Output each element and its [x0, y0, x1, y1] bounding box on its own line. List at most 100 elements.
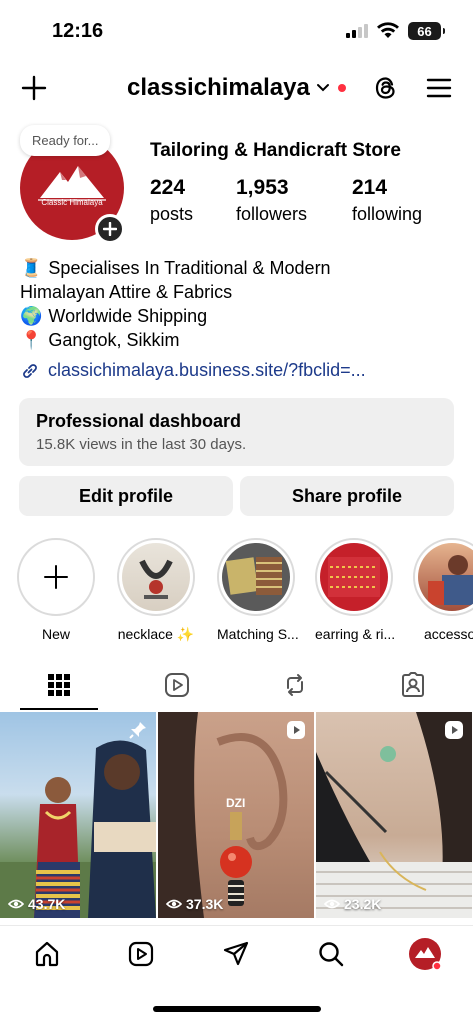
post-views: 23.2K: [324, 896, 381, 912]
eye-icon: [166, 899, 182, 909]
tab-tagged[interactable]: [354, 660, 472, 710]
link-text: classichimalaya.business.site/?fbclid=..…: [48, 360, 366, 380]
bio-text: Specialises In Traditional & Modern: [48, 258, 331, 278]
nav-search[interactable]: [313, 936, 349, 972]
post-tile[interactable]: 43.7K: [0, 712, 156, 918]
highlight-label: earring & ri...: [315, 626, 396, 642]
bottom-nav: [0, 925, 473, 981]
post-views: 37.3K: [166, 896, 223, 912]
highlight-ring: [315, 538, 393, 616]
highlight-new[interactable]: New: [17, 538, 95, 642]
repost-icon: [287, 674, 303, 696]
post-tile[interactable]: DZI 37.3K: [158, 712, 314, 918]
nav-messages[interactable]: [218, 936, 254, 972]
highlight-label: necklace ✨: [117, 626, 195, 642]
posts-label: posts: [150, 204, 194, 224]
create-button[interactable]: [20, 74, 48, 102]
note-bubble[interactable]: Ready for...: [20, 125, 111, 156]
profile-tabs: [0, 660, 473, 710]
following-stat[interactable]: 214 following: [352, 176, 422, 225]
bio-text: Himalayan Attire & Fabrics: [20, 282, 233, 302]
avatar-brand-text: Classic Himalaya: [41, 198, 103, 207]
tab-posts[interactable]: [0, 660, 118, 710]
search-icon: [319, 942, 344, 967]
globe-emoji: 🌍: [20, 306, 43, 326]
following-label: following: [352, 204, 423, 224]
highlight-label: New: [41, 626, 70, 642]
edit-profile-button[interactable]: Edit profile: [19, 476, 233, 516]
bio-text: Worldwide Shipping: [48, 306, 208, 326]
status-time: 12:16: [52, 20, 104, 42]
bio-text: Gangtok, Sikkim: [48, 330, 180, 350]
tab-reposts[interactable]: [236, 660, 354, 710]
add-story-button[interactable]: [95, 214, 125, 244]
post-image: [316, 712, 472, 918]
highlight-necklace[interactable]: necklace ✨: [117, 538, 195, 643]
views-count: 37.3K: [186, 896, 224, 912]
plus-icon: [103, 222, 117, 236]
highlight-label: Matching S...: [217, 626, 299, 642]
nav-reels[interactable]: [123, 936, 159, 972]
post-image: [0, 740, 156, 918]
tagged-user-icon: [402, 672, 424, 697]
followers-stat[interactable]: 1,953 followers: [236, 176, 307, 225]
plus-icon: [21, 75, 47, 101]
send-icon: [223, 941, 249, 966]
posts-stat[interactable]: 224 posts: [150, 176, 193, 225]
wifi-icon: [377, 22, 399, 38]
menu-button[interactable]: [425, 74, 453, 102]
hamburger-menu-icon: [426, 78, 452, 98]
profile-bio: 🧵 Specialises In Traditional & Modern Hi…: [20, 256, 331, 352]
post-overlay-text: DZI: [226, 796, 246, 810]
eye-icon: [8, 899, 24, 909]
post-views: 43.7K: [8, 896, 65, 912]
eye-icon: [324, 899, 340, 909]
pinned-icon: [129, 722, 146, 739]
highlight-matching-sets[interactable]: Matching S...: [217, 538, 299, 642]
dashboard-title: Professional dashboard: [36, 411, 242, 431]
thread-emoji: 🧵: [20, 258, 43, 278]
profile-link[interactable]: classichimalaya.business.site/?fbclid=..…: [20, 360, 366, 381]
professional-dashboard[interactable]: Professional dashboard 15.8K views in th…: [19, 398, 454, 466]
reel-icon: [445, 721, 463, 739]
nav-profile[interactable]: [407, 936, 443, 972]
highlight-cover-image: [222, 543, 290, 611]
posts-count: 224: [150, 176, 186, 199]
profile-avatar-icon: [409, 938, 442, 971]
plus-icon: [44, 565, 68, 589]
active-tab-indicator: [20, 708, 98, 710]
reels-icon: [165, 673, 189, 697]
highlight-ring: [17, 538, 95, 616]
dashboard-subtitle: 15.8K views in the last 30 days.: [36, 436, 247, 453]
followers-label: followers: [236, 204, 308, 224]
status-bar: 12:16 66: [0, 0, 473, 62]
views-count: 23.2K: [344, 896, 382, 912]
profile-category: Tailoring & Handicraft Store: [150, 140, 401, 161]
bio-line: 🧵 Specialises In Traditional & Modern: [20, 256, 331, 280]
share-profile-button[interactable]: Share profile: [240, 476, 454, 516]
highlight-earring-rings[interactable]: earring & ri...: [315, 538, 396, 642]
highlight-ring: [413, 538, 473, 616]
username: classichimalaya: [127, 74, 310, 101]
bio-line: 🌍 Worldwide Shipping: [20, 304, 331, 328]
views-count: 43.7K: [28, 896, 66, 912]
tab-reels[interactable]: [118, 660, 236, 710]
highlight-cover-image: [320, 543, 388, 611]
reel-icon: [287, 721, 305, 739]
highlight-accessories[interactable]: accessor: [413, 538, 473, 642]
battery-icon: 66: [408, 22, 445, 40]
pin-emoji: 📍: [20, 330, 43, 350]
threads-icon: [375, 77, 395, 99]
bio-line: 📍 Gangtok, Sikkim: [20, 328, 331, 352]
account-switcher[interactable]: classichimalaya: [127, 74, 346, 102]
home-indicator: [153, 1006, 321, 1012]
cellular-signal-icon: [346, 24, 368, 38]
threads-button[interactable]: [372, 74, 400, 102]
grid-icon: [48, 674, 70, 696]
profile-header: classichimalaya: [0, 68, 473, 112]
post-tile[interactable]: 23.2K: [316, 712, 472, 918]
nav-home[interactable]: [29, 936, 65, 972]
post-image: [158, 712, 288, 918]
followers-count: 1,953: [236, 176, 289, 199]
posts-grid: 43.7K DZI 37.3K 23.2K: [0, 712, 473, 918]
